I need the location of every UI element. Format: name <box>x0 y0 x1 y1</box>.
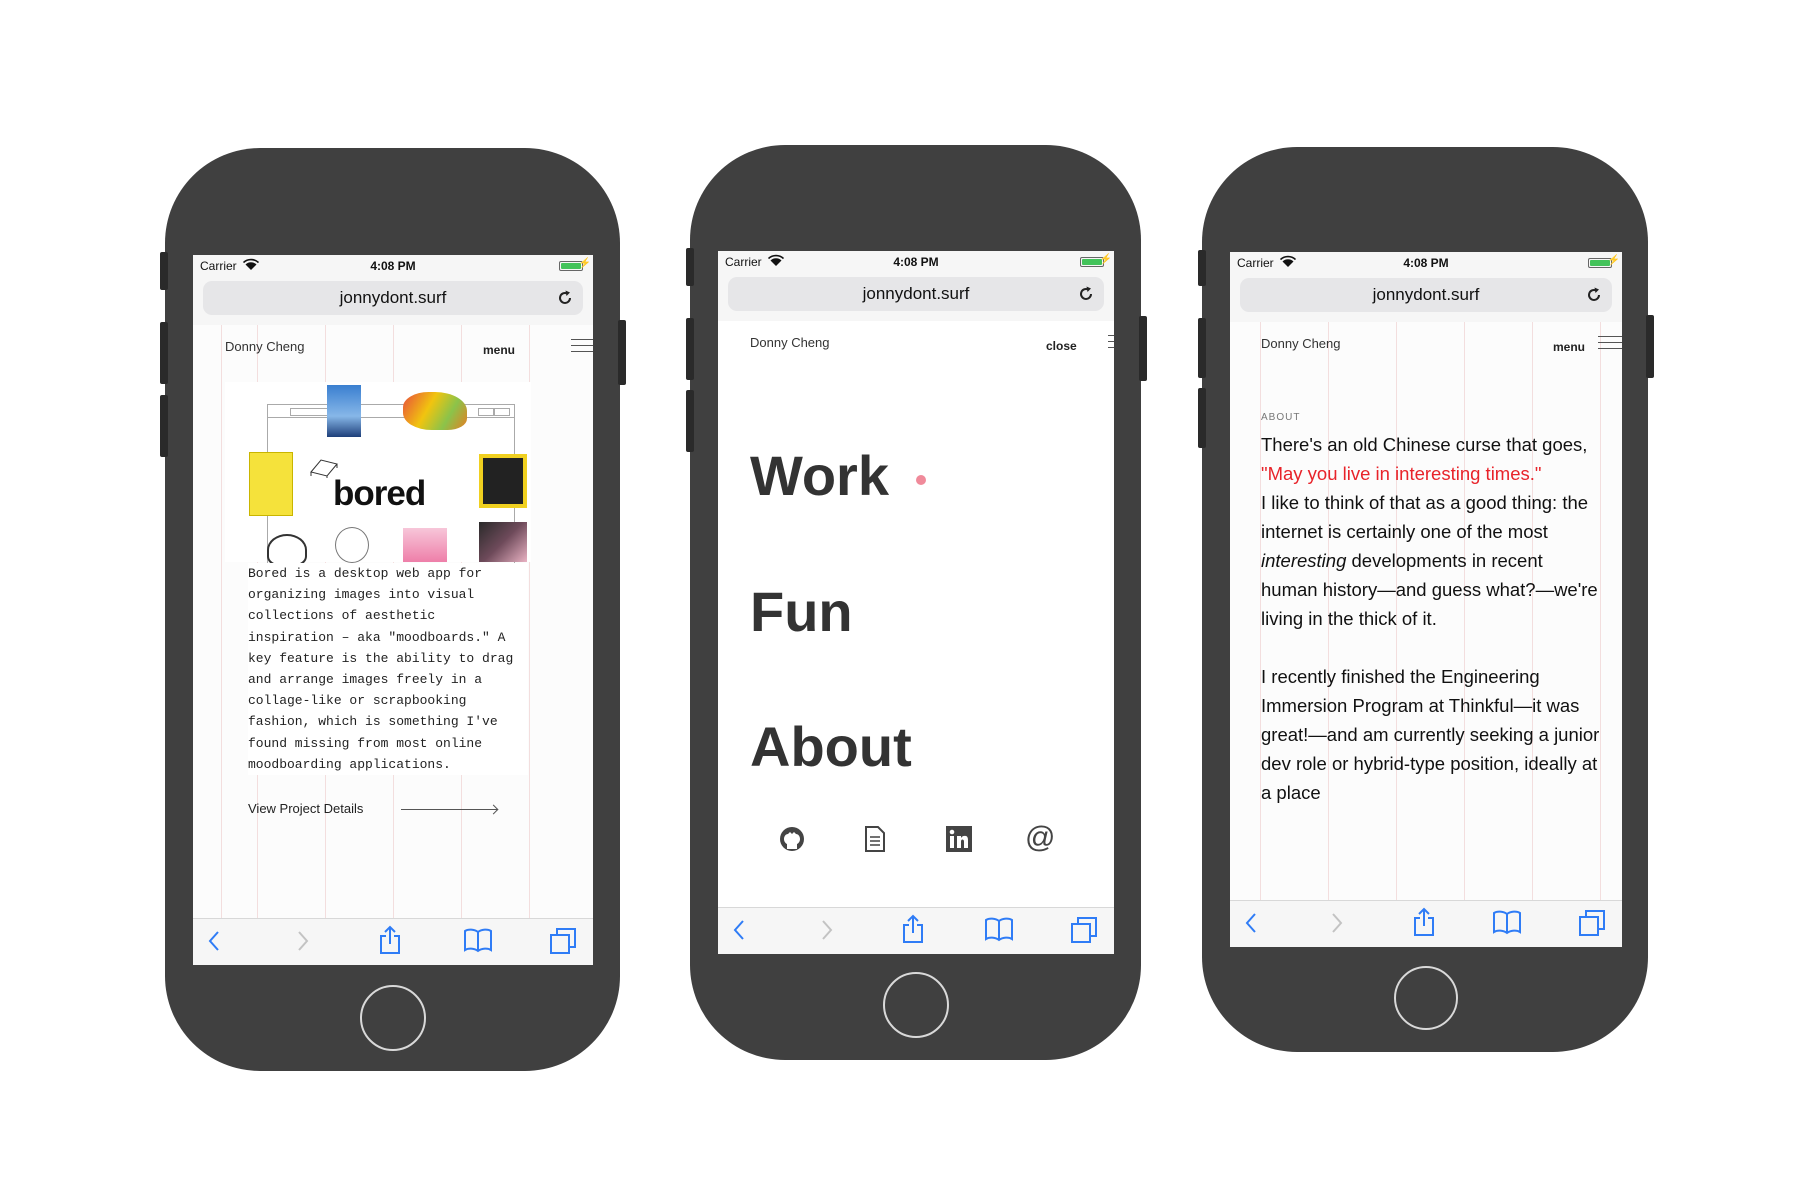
site-title[interactable]: Donny Cheng <box>225 339 305 354</box>
active-indicator-dot <box>916 475 926 485</box>
back-icon[interactable] <box>732 918 746 942</box>
safari-toolbar <box>1230 900 1622 947</box>
volume-up-button <box>1198 318 1206 378</box>
power-button <box>618 320 626 385</box>
share-icon[interactable] <box>1412 907 1436 937</box>
address-bar[interactable]: jonnydont.surf <box>203 281 583 315</box>
nav-link-fun[interactable]: Fun <box>750 579 853 644</box>
menu-button[interactable]: menu <box>1553 340 1585 354</box>
view-project-details-link[interactable]: View Project Details <box>248 801 363 816</box>
close-button[interactable]: close <box>1046 339 1077 353</box>
charging-icon: ⚡ <box>1099 254 1112 265</box>
github-icon[interactable] <box>778 825 806 853</box>
nav-link-about[interactable]: About <box>750 714 912 779</box>
site-title[interactable]: Donny Cheng <box>750 335 830 350</box>
power-button <box>1139 316 1147 381</box>
linkedin-icon[interactable] <box>945 825 973 853</box>
menu-button[interactable]: menu <box>483 343 515 357</box>
nav-link-work[interactable]: Work <box>750 443 889 508</box>
fruit-sticker-thumbnail <box>403 392 467 430</box>
hamburger-icon[interactable] <box>1598 336 1622 352</box>
reload-icon[interactable] <box>1584 285 1604 305</box>
volume-down-button <box>686 390 694 452</box>
screen-center: Carrier 4:08 PM ⚡ jonnydont.surf Donny C… <box>718 251 1114 954</box>
project-collage[interactable]: bored <box>225 382 531 578</box>
hamburger-icon[interactable] <box>571 339 593 355</box>
power-button <box>1646 315 1654 378</box>
tabs-icon[interactable] <box>1578 909 1606 937</box>
status-bar: Carrier 4:08 PM ⚡ <box>718 251 1114 273</box>
project-description: Bored is a desktop web app for organizin… <box>248 563 528 776</box>
quote-highlight: "May you live in interesting times." <box>1261 463 1542 484</box>
safari-toolbar <box>193 918 593 965</box>
about-paragraph-2a: I like to think of that as a good thing:… <box>1261 492 1589 542</box>
status-bar: Carrier 4:08 PM ⚡ <box>193 255 593 277</box>
flowers-painting-thumbnail <box>479 522 527 562</box>
about-paragraph-3: I recently finished the Engineering Imme… <box>1261 666 1600 803</box>
volume-up-button <box>686 318 694 380</box>
url-text: jonnydont.surf <box>1372 285 1480 304</box>
home-button[interactable] <box>883 972 949 1038</box>
charging-icon: ⚡ <box>578 258 591 269</box>
emphasis-interesting: interesting <box>1261 550 1347 571</box>
bookmarks-icon[interactable] <box>463 927 493 953</box>
bookmarks-icon[interactable] <box>984 916 1014 942</box>
share-icon[interactable] <box>378 925 402 955</box>
mute-switch <box>1198 250 1206 286</box>
back-icon[interactable] <box>1244 911 1258 935</box>
menu-overlay: Donny Cheng close Work Fun About @ <box>718 321 1114 908</box>
address-bar[interactable]: jonnydont.surf <box>728 277 1104 311</box>
about-body: There's an old Chinese curse that goes, … <box>1261 430 1601 807</box>
page-content: Donny Cheng menu bored Bored is a deskto… <box>193 325 593 919</box>
clock: 4:08 PM <box>1403 256 1449 270</box>
address-bar-area: jonnydont.surf <box>1230 274 1622 323</box>
charging-icon: ⚡ <box>1607 255 1620 266</box>
volume-up-button <box>160 322 168 384</box>
address-bar[interactable]: jonnydont.surf <box>1240 278 1612 312</box>
safari-toolbar <box>718 907 1114 954</box>
yellow-poster-thumbnail <box>249 452 293 516</box>
reload-icon[interactable] <box>1076 284 1096 304</box>
arrow-right-icon[interactable] <box>401 804 499 815</box>
mute-switch <box>160 252 168 290</box>
site-title[interactable]: Donny Cheng <box>1261 336 1341 351</box>
forward-icon[interactable] <box>296 929 310 953</box>
clock: 4:08 PM <box>893 255 939 269</box>
hamburger-icon[interactable] <box>1108 335 1114 351</box>
clock: 4:08 PM <box>370 259 416 273</box>
url-text: jonnydont.surf <box>339 288 447 307</box>
page-content: Donny Cheng menu ABOUT There's an old Ch… <box>1230 322 1622 901</box>
share-icon[interactable] <box>901 914 925 944</box>
reload-icon[interactable] <box>555 288 575 308</box>
address-bar-area: jonnydont.surf <box>193 277 593 326</box>
status-bar: Carrier 4:08 PM ⚡ <box>1230 252 1622 274</box>
address-bar-area: jonnydont.surf <box>718 273 1114 322</box>
forward-icon[interactable] <box>1330 911 1344 935</box>
screen-right: Carrier 4:08 PM ⚡ jonnydont.surf Donny C… <box>1230 252 1622 947</box>
poster-thumbnail <box>327 385 361 437</box>
bookmarks-icon[interactable] <box>1492 909 1522 935</box>
cherub-sketch-thumbnail <box>335 527 369 563</box>
about-paragraph-1: There's an old Chinese curse that goes, <box>1261 434 1588 455</box>
volume-down-button <box>160 395 168 457</box>
home-button[interactable] <box>1394 966 1458 1030</box>
tabs-icon[interactable] <box>1070 916 1098 944</box>
dog-sketch-thumbnail <box>267 534 307 566</box>
mona-lisa-frame-thumbnail <box>479 454 527 508</box>
at-sign-icon[interactable]: @ <box>1025 821 1055 855</box>
mute-switch <box>686 248 694 286</box>
screen-left: Carrier 4:08 PM ⚡ jonnydont.surf Donny C… <box>193 255 593 965</box>
tissue-box-thumbnail <box>403 528 447 562</box>
volume-down-button <box>1198 388 1206 448</box>
url-text: jonnydont.surf <box>862 284 970 303</box>
tabs-icon[interactable] <box>549 927 577 955</box>
forward-icon[interactable] <box>820 918 834 942</box>
home-button[interactable] <box>360 985 426 1051</box>
back-icon[interactable] <box>207 929 221 953</box>
document-icon[interactable] <box>864 825 886 853</box>
section-label: ABOUT <box>1261 412 1301 423</box>
app-logo: bored <box>333 474 426 513</box>
